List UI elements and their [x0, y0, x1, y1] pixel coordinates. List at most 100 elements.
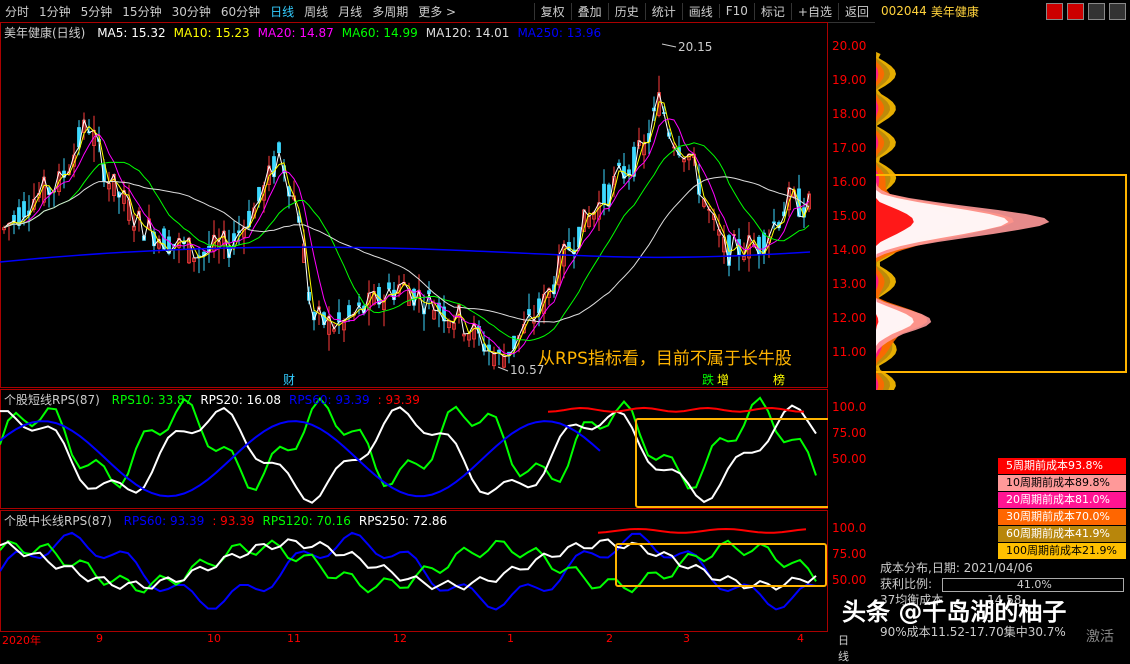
legend-item-1: RPS20: 16.08 [200, 393, 281, 407]
price-tick: 17.00 [832, 141, 867, 155]
profit-row: 获利比例: 41.0% [880, 576, 1130, 592]
tool-button-2[interactable]: 历史 [607, 2, 645, 20]
stock-name: 美年健康 [930, 4, 979, 19]
rps-long-name: 个股中长线RPS(87) [4, 514, 112, 528]
chart-title: 美年健康(日线) [4, 26, 86, 40]
legend-item-2: RPS120: 70.16 [262, 514, 351, 528]
ma-line [3, 101, 810, 357]
date-label: 1 [507, 632, 514, 645]
rps-line [597, 527, 807, 534]
cost-legend-item: 5周期前成本93.8% [998, 458, 1126, 474]
candle-body [77, 127, 81, 148]
date-label: 9 [96, 632, 103, 645]
price-tick: 11.00 [832, 345, 867, 359]
legend-item-0: RPS10: 33.87 [111, 393, 193, 407]
rps-tick: 50.00 [832, 573, 867, 587]
tool-button-7[interactable]: +自选 [790, 2, 838, 20]
ma250-line [0, 246, 811, 263]
legend-item-2: RPS60: 93.39 [289, 393, 370, 407]
period-tab-1[interactable]: 1分钟 [34, 3, 76, 20]
event-marker: 增 [717, 373, 729, 387]
annotation-text: 从RPS指标看，目前不属于长牛股 [538, 349, 792, 369]
pane-border [0, 22, 828, 388]
layout-icon[interactable] [1088, 2, 1105, 20]
period-tab-5[interactable]: 60分钟 [216, 3, 265, 20]
legend-item-2: MA20: 14.87 [257, 26, 334, 40]
rps-line [0, 538, 817, 591]
ma-line [3, 92, 810, 358]
candle-body [602, 183, 606, 205]
rps-tick: 100.0 [832, 521, 867, 535]
main-title: 美年健康(日线) MA5: 15.32 MA10: 15.23 MA20: 14.8… [4, 24, 617, 41]
cost-legend: 5周期前成本93.8% 10周期前成本89.8% 20周期前成本81.0% 30周期前… [998, 458, 1126, 560]
period-tab-7[interactable]: 周线 [299, 3, 333, 20]
tool-button-6[interactable]: 标记 [753, 2, 791, 20]
period-tab-9[interactable]: 多周期 [367, 3, 413, 20]
stock-header: 002044 美年健康 [878, 0, 1130, 22]
high-pointer [661, 43, 677, 48]
period-tab-4[interactable]: 30分钟 [167, 3, 216, 20]
price-tick: 16.00 [832, 175, 867, 189]
event-marker: 跌 [702, 372, 714, 387]
watermark: 头条 @千岛湖的柚子 [842, 598, 1067, 626]
cost-legend-item: 60周期前成本41.9% [998, 526, 1126, 542]
cost-distribution-pane [873, 22, 1130, 390]
date-label: 2 [606, 632, 613, 645]
activate-text: 激活 [1086, 629, 1114, 645]
legend-item-3: MA60: 14.99 [341, 26, 418, 40]
period-tab-2[interactable]: 5分钟 [76, 3, 118, 20]
date-label: 3 [683, 632, 690, 645]
price-tick: 12.00 [832, 311, 867, 325]
price-chart-pane[interactable]: 20.15 10.57 财跌增榜 美年健康(日线) MA5: 15.32 MA10: … [0, 22, 828, 388]
candle-body [12, 214, 16, 222]
stock-code: 002044 [881, 4, 927, 18]
rps-line [0, 396, 817, 492]
flag-icon[interactable] [1046, 2, 1063, 20]
period-tab-10[interactable]: 更多 > [413, 3, 461, 20]
price-tick: 20.00 [832, 39, 867, 53]
period-tab-3[interactable]: 15分钟 [117, 3, 166, 20]
rps-long-pane[interactable]: 个股中长线RPS(87) RPS60: 93.39: 93.39 RPS120: … [0, 510, 828, 632]
profit-value: 41.0% [1016, 577, 1052, 591]
date-label: 11 [287, 632, 301, 645]
tool-buttons: 复权 叠加 历史 统计 画线 F10 标记 +自选 返回 [533, 0, 875, 22]
cost-legend-item: 10周期前成本89.8% [998, 475, 1126, 491]
high-label: 20.15 [678, 40, 712, 54]
rps-short-pane[interactable]: 个股短线RPS(87) RPS10: 33.87 RPS20: 16.08 RPS6… [0, 389, 835, 509]
candle-body [627, 169, 631, 175]
price-tick: 13.00 [832, 277, 867, 291]
ma-line [3, 176, 810, 323]
tool-button-0[interactable]: 复权 [533, 2, 571, 20]
tool-button-5[interactable]: F10 [718, 4, 754, 18]
ma-legend: MA5: 15.32 MA10: 15.23 MA20: 14.87 MA60: 14… [97, 26, 609, 40]
candle-body [347, 305, 351, 317]
date-label: 10 [207, 632, 221, 645]
period-tab-0[interactable]: 分时 [0, 3, 34, 20]
tool-button-8[interactable]: 返回 [837, 2, 875, 20]
value-axis: 20.00 19.00 18.00 17.00 16.00 15.00 14.00 13.00… [828, 22, 876, 634]
ma-line [3, 142, 810, 342]
legend-item-3: : 93.39 [377, 393, 420, 407]
play-icon[interactable] [1067, 2, 1084, 20]
rps-long-legend: RPS60: 93.39: 93.39 RPS120: 70.16 RPS250: … [124, 514, 456, 528]
cost-legend-item: 100周期前成本21.9% [998, 543, 1126, 559]
legend-item-0: MA5: 15.32 [97, 26, 166, 40]
cost-distribution-svg [873, 52, 1127, 390]
event-marker: 榜 [773, 372, 785, 387]
date-axis: 2020年 9 10 11 12 1 2 3 4 日线 [0, 632, 849, 663]
price-tick: 15.00 [832, 209, 867, 223]
tool-button-4[interactable]: 画线 [681, 2, 719, 20]
tool-button-3[interactable]: 统计 [644, 2, 682, 20]
price-tick: 14.00 [832, 243, 867, 257]
rps-short-legend: RPS10: 33.87 RPS20: 16.08 RPS60: 93.39 : 93… [112, 393, 428, 407]
legend-item-1: : 93.39 [212, 514, 255, 528]
period-tab-8[interactable]: 月线 [333, 3, 367, 20]
rps-short-title: 个股短线RPS(87) RPS10: 33.87 RPS20: 16.08 RPS6… [4, 391, 436, 408]
legend-item-3: RPS250: 72.86 [358, 514, 448, 528]
period-tab-6[interactable]: 日线 [265, 3, 299, 20]
tool-button-1[interactable]: 叠加 [570, 2, 608, 20]
candle-body [22, 201, 26, 218]
close-icon[interactable] [1109, 2, 1126, 20]
rps-line [547, 406, 805, 413]
candle-body [277, 142, 281, 154]
